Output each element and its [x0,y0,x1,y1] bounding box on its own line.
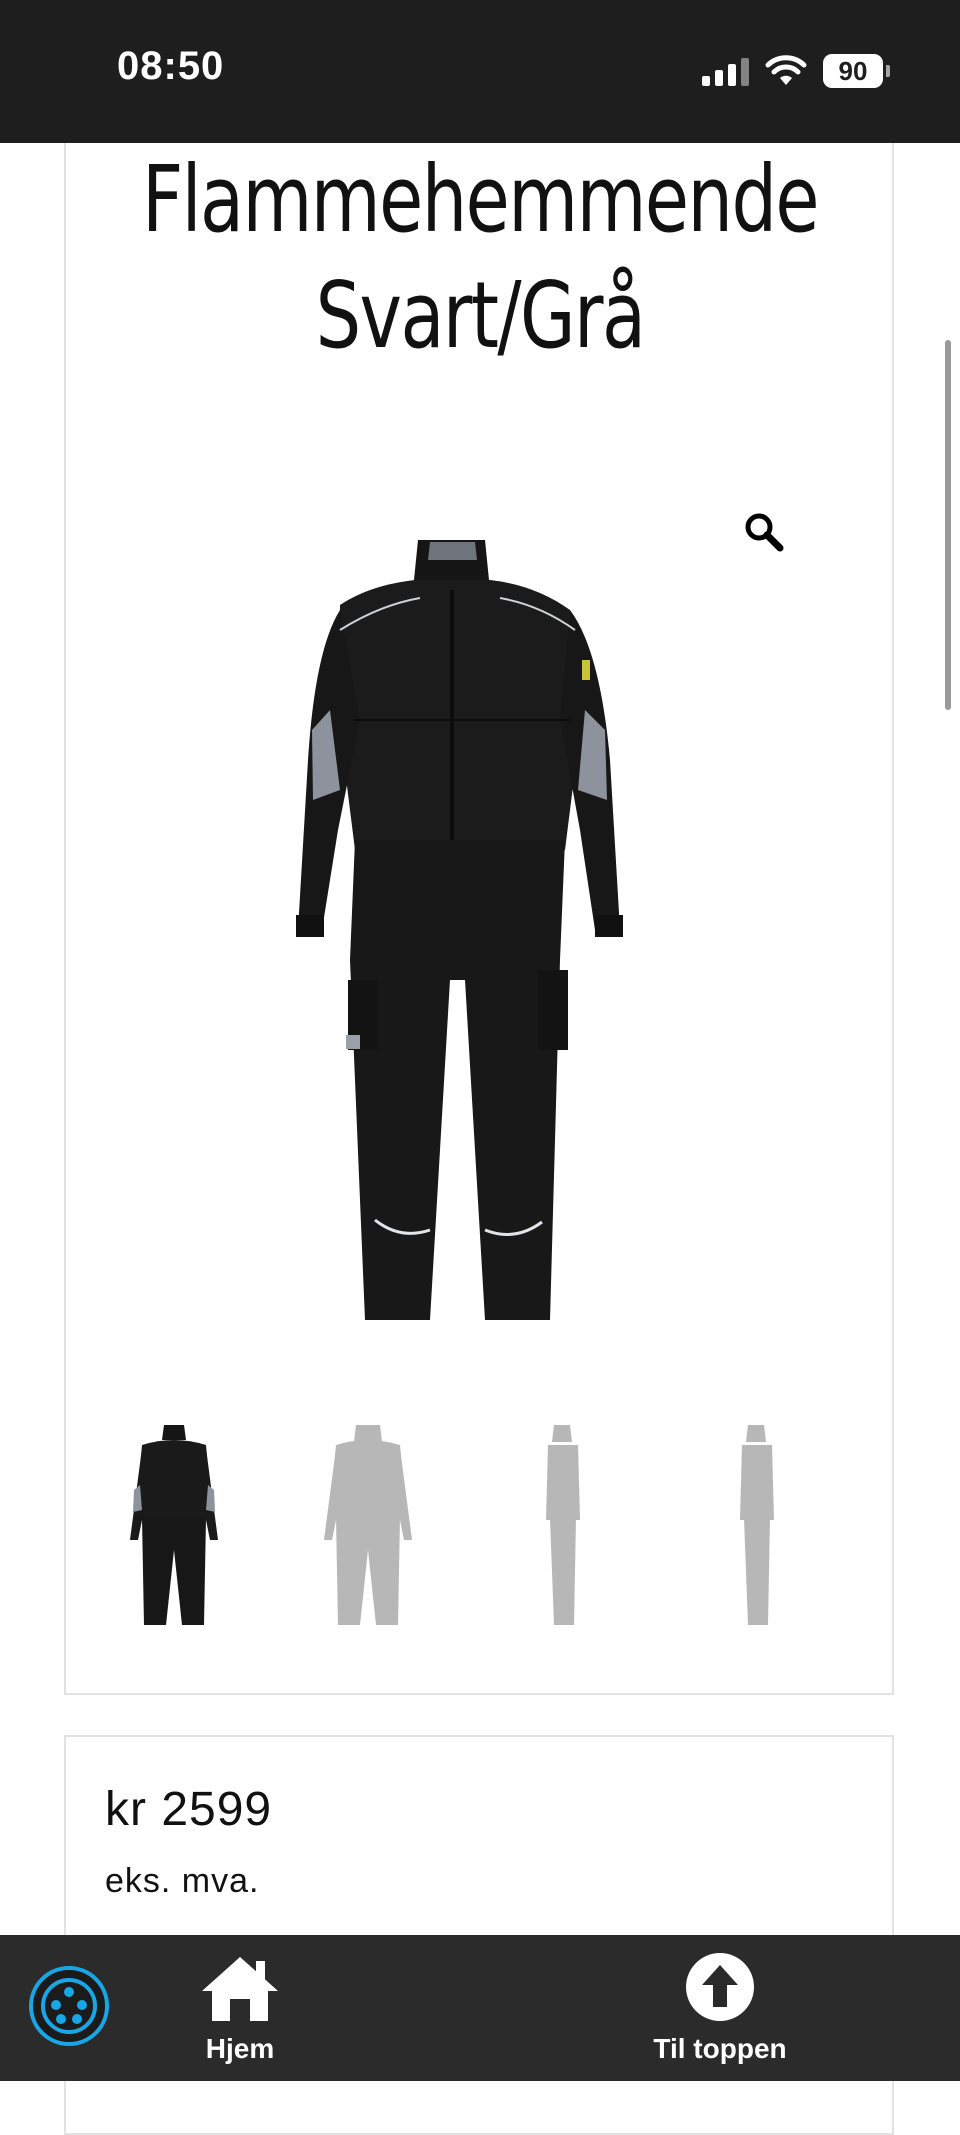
product-title-line-1: Flammehemmende [141,146,820,253]
nav-home-button[interactable]: Hjem [180,1949,300,2069]
nav-home-label: Hjem [205,2033,275,2064]
battery-level: 90 [823,54,883,88]
vat-note: eks. mva. [105,1862,260,1900]
wifi-icon [765,55,807,85]
scroll-to-top-button[interactable]: Til toppen [630,1949,810,2069]
cellular-signal-icon [702,56,749,86]
thumbnail-side-left[interactable] [502,1420,622,1630]
thumbnail-side-right[interactable] [696,1420,816,1630]
bottom-nav-bar: Hjem Til toppen [0,1935,960,2081]
battery-icon: 90 [823,54,890,88]
arrow-up-circle-icon [686,1953,754,2021]
thumbnail-front[interactable] [114,1420,234,1630]
product-title-line-2: Svart/Grå [315,262,646,369]
home-icon [202,1957,278,2021]
status-time: 08:50 [117,44,225,88]
accessibility-icon[interactable] [28,1965,110,2047]
thumbnail-back[interactable] [308,1420,428,1630]
product-main-image[interactable] [280,530,640,1340]
zoom-icon[interactable] [742,510,786,554]
scrollbar-thumb[interactable] [945,340,951,710]
product-thumbnails [100,1420,820,1630]
status-icons: 90 [702,50,890,92]
status-bar: 08:50 90 [0,0,960,143]
product-price: kr 2599 [105,1783,273,1836]
scroll-to-top-label: Til toppen [653,2033,787,2064]
product-title: Flammehemmende Svart/Grå [106,142,855,374]
